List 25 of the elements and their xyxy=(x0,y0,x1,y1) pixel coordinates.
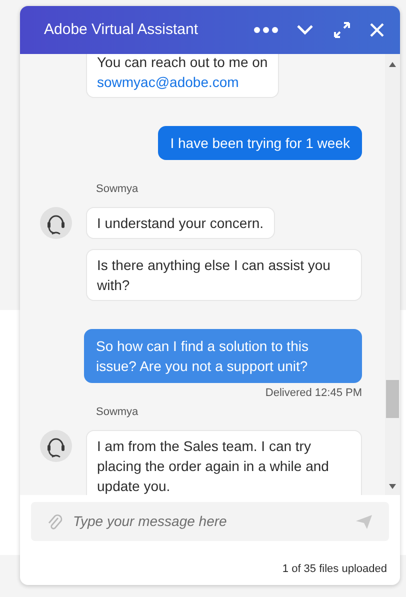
message-field[interactable]: Type your message here xyxy=(31,502,389,541)
agent-message: I understand your concern. xyxy=(86,207,275,239)
user-message: So how can I find a solution to this issue? Are you not a support unit? xyxy=(84,329,362,383)
paperclip-icon[interactable] xyxy=(47,512,63,530)
window-title: Adobe Virtual Assistant xyxy=(44,20,199,40)
agent-message: I am from the Sales team. I can try placing the order again in a while and update you. xyxy=(86,430,362,495)
chevron-down-icon[interactable] xyxy=(296,24,314,36)
delivery-status: Delivered 12:45 PM xyxy=(265,386,362,401)
email-link[interactable]: sowmyac@adobe.com xyxy=(97,74,239,90)
close-icon[interactable] xyxy=(370,23,384,37)
sender-name: Sowmya xyxy=(96,406,138,418)
user-message: I have been trying for 1 week xyxy=(158,126,362,160)
sender-name: Sowmya xyxy=(96,183,138,195)
scroll-down-icon[interactable] xyxy=(389,484,396,489)
scrollbar[interactable] xyxy=(385,54,400,495)
upload-status: 1 of 35 files uploaded xyxy=(282,562,387,577)
scroll-up-icon[interactable] xyxy=(389,62,396,67)
more-options-icon[interactable] xyxy=(254,27,278,33)
agent-message: Is there anything else I can assist you with? xyxy=(86,249,362,301)
expand-icon[interactable] xyxy=(332,20,352,40)
headset-avatar-icon xyxy=(40,430,72,462)
scrollbar-thumb[interactable] xyxy=(386,380,399,418)
message-input[interactable]: Type your message here xyxy=(73,511,345,532)
headset-avatar-icon xyxy=(40,207,72,239)
agent-message: You can reach out to me on sowmyac@adobe.com xyxy=(86,54,279,98)
